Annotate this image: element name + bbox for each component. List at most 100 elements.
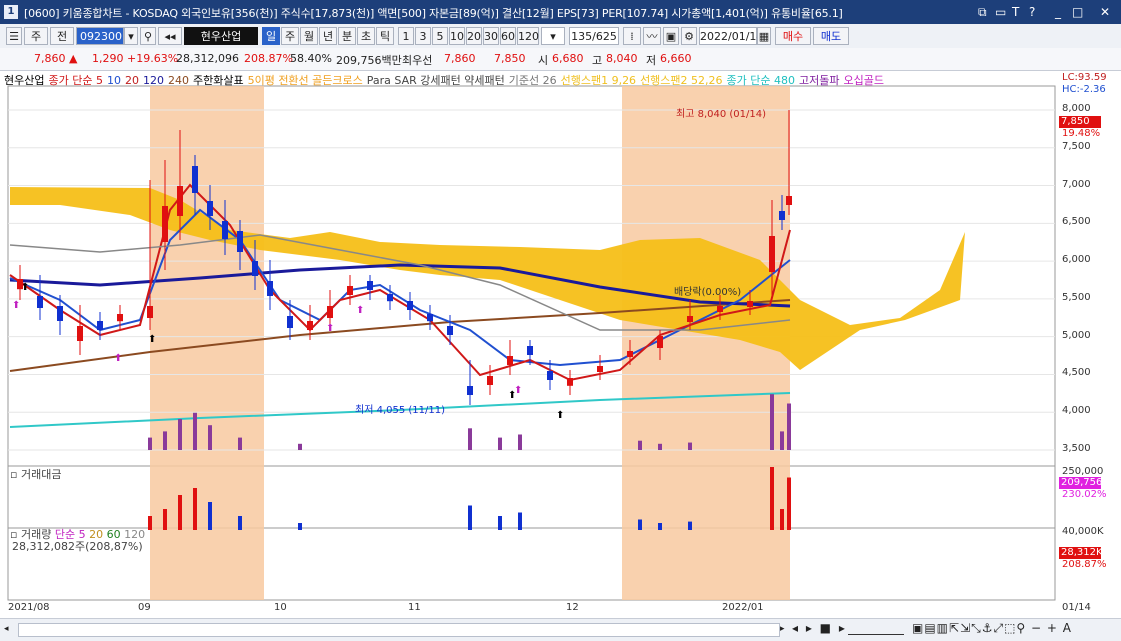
period-second-button[interactable]: 초 <box>357 27 375 45</box>
legend-item-11[interactable]: 선행스팬2 52,26 <box>640 74 722 87</box>
text-icon[interactable]: T <box>1012 5 1019 19</box>
period-minute-button[interactable]: 분 <box>338 27 356 45</box>
save-icon[interactable]: ▣ <box>663 27 679 45</box>
gear-icon[interactable]: ⚙ <box>681 27 697 45</box>
copy-icon[interactable]: ▭ <box>995 5 1006 19</box>
zoom-slider[interactable] <box>848 622 904 635</box>
stock-name-field[interactable]: 현우산업 <box>184 27 258 45</box>
legend-item-13[interactable]: 고저돌파 <box>799 74 839 87</box>
candle-body <box>527 346 533 355</box>
best-ask: 7,860 <box>444 52 476 65</box>
legend-item-5[interactable]: 240 <box>168 74 189 87</box>
menu-icon[interactable]: ☰ <box>6 27 22 45</box>
minute-20-button[interactable]: 20 <box>466 27 482 45</box>
period-day-button[interactable]: 일 <box>262 27 280 45</box>
period-tick-button[interactable]: 틱 <box>376 27 394 45</box>
high-price: 8,040 <box>606 52 638 65</box>
minute-1-button[interactable]: 1 <box>398 27 414 45</box>
legend-item-2[interactable]: 10 <box>107 74 121 87</box>
price-tick-label: 7,000 <box>1062 178 1091 190</box>
buy-arrow-marker: ⬆ <box>148 334 156 345</box>
playback-controls[interactable]: ◂ ▸ ■ ▸ <box>792 621 847 635</box>
legend-item-9[interactable]: 기준선 26 <box>509 74 557 87</box>
chart-tools-icons[interactable]: ▣▤▥⇱⇲⤡⚓⤢⬚⚲ − + A <box>912 621 1072 636</box>
period-year-button[interactable]: 년 <box>319 27 337 45</box>
minute-10-button[interactable]: 10 <box>449 27 465 45</box>
candle-body <box>347 286 353 295</box>
open-price: 6,680 <box>552 52 584 65</box>
prev-button[interactable]: 전 <box>50 27 74 45</box>
x-end-date: 01/14 <box>1062 602 1091 613</box>
date-field[interactable]: 2022/01/14 <box>699 27 763 45</box>
price-box: 7,850 <box>1059 116 1101 128</box>
legend-item-3[interactable]: 20 <box>125 74 139 87</box>
sound-icon[interactable]: ◂◂ <box>158 27 182 45</box>
search-icon[interactable]: ⚲ <box>140 27 156 45</box>
volume-bar <box>770 467 774 530</box>
volume-bar <box>238 516 242 530</box>
legend-item-12[interactable]: 종가 단순 480 <box>727 74 795 87</box>
volume-bar <box>208 502 212 530</box>
sell-button[interactable]: 매도 <box>813 27 849 45</box>
candle-body <box>327 306 333 318</box>
restore-icon[interactable]: ⧉ <box>978 5 987 20</box>
stock-code-input[interactable]: 092300 <box>76 27 124 45</box>
signal-arrow-marker: ⬆ <box>114 353 122 364</box>
minute-5-button[interactable]: 5 <box>432 27 448 45</box>
scroll-right-icon[interactable]: ▸ <box>780 624 785 634</box>
chart-type-icon[interactable]: 〰 <box>643 27 661 45</box>
price-tick-label: 4,500 <box>1062 367 1091 379</box>
minute-3-button[interactable]: 3 <box>415 27 431 45</box>
chart-toolbar: ☰ 주 전 092300 ▾ ⚲ ◂◂ 현우산업 일 주 월 년 분 초 틱 1… <box>0 24 1121 49</box>
amount-bar <box>163 431 167 450</box>
candle-body <box>97 321 103 330</box>
candle-body <box>627 351 633 357</box>
volume-tick: 40,000K <box>1062 526 1104 537</box>
settings-dots-icon[interactable]: ⁞ <box>623 27 641 45</box>
scroll-left-icon[interactable]: ◂ <box>4 624 14 634</box>
legend-item-1[interactable]: 종가 단순 5 <box>48 74 102 87</box>
amount-bar <box>238 437 242 450</box>
period-month-button[interactable]: 월 <box>300 27 318 45</box>
close-icon[interactable]: ✕ <box>1100 5 1110 19</box>
candle-body <box>147 306 153 318</box>
period-d-button[interactable]: 주 <box>24 27 48 45</box>
minimize-icon[interactable]: _ <box>1055 5 1061 19</box>
candle-body <box>252 261 258 276</box>
signal-arrow-marker: ⬆ <box>514 385 522 396</box>
candle-body <box>162 206 168 242</box>
minute-60-button[interactable]: 60 <box>500 27 516 45</box>
highlight-region-sep <box>150 86 264 600</box>
legend-item-14[interactable]: 오십골드 <box>843 74 883 87</box>
period-week-button[interactable]: 주 <box>281 27 299 45</box>
minute-30-button[interactable]: 30 <box>483 27 499 45</box>
candle-body <box>507 356 513 365</box>
scroll-track[interactable] <box>18 623 780 637</box>
buy-button[interactable]: 매수 <box>775 27 811 45</box>
candle-body <box>547 371 553 380</box>
legend-item-6[interactable]: 주한화살표 <box>193 74 244 87</box>
help-icon[interactable]: ? <box>1029 5 1035 19</box>
volume-bar <box>148 516 152 530</box>
trade-amount: 209,756백만 <box>336 54 402 67</box>
maximize-icon[interactable]: □ <box>1072 5 1083 19</box>
legend-item-0[interactable]: 현우산업 <box>4 74 44 87</box>
open-label: 시 <box>538 54 549 67</box>
minute-120-button[interactable]: 120 <box>517 27 539 45</box>
lc-value: LC:93.59 <box>1062 72 1107 83</box>
signal-arrow-marker: ⬆ <box>12 300 20 311</box>
legend-item-10[interactable]: 선행스팬1 9,26 <box>561 74 636 87</box>
candle-body <box>192 166 198 193</box>
volume-bar <box>193 488 197 530</box>
stock-chart[interactable]: ⬆⬆⬆⬆⬆⬆⬆⬆⬆ <box>0 70 1121 618</box>
data-count-field[interactable]: 135/625 <box>569 27 619 45</box>
legend-item-8[interactable]: Para SAR 강세패턴 약세패턴 <box>367 74 505 87</box>
amount-bar <box>178 419 182 450</box>
calendar-icon[interactable]: ▦ <box>757 27 771 45</box>
legend-item-4[interactable]: 120 <box>143 74 164 87</box>
window-number: 1 <box>4 5 18 19</box>
legend-item-7[interactable]: 5이평 전환선 골든크로스 <box>248 74 363 87</box>
code-dropdown-icon[interactable]: ▾ <box>124 27 138 45</box>
candle-body <box>567 378 573 386</box>
custom-period-input[interactable]: ▾ <box>541 27 565 45</box>
